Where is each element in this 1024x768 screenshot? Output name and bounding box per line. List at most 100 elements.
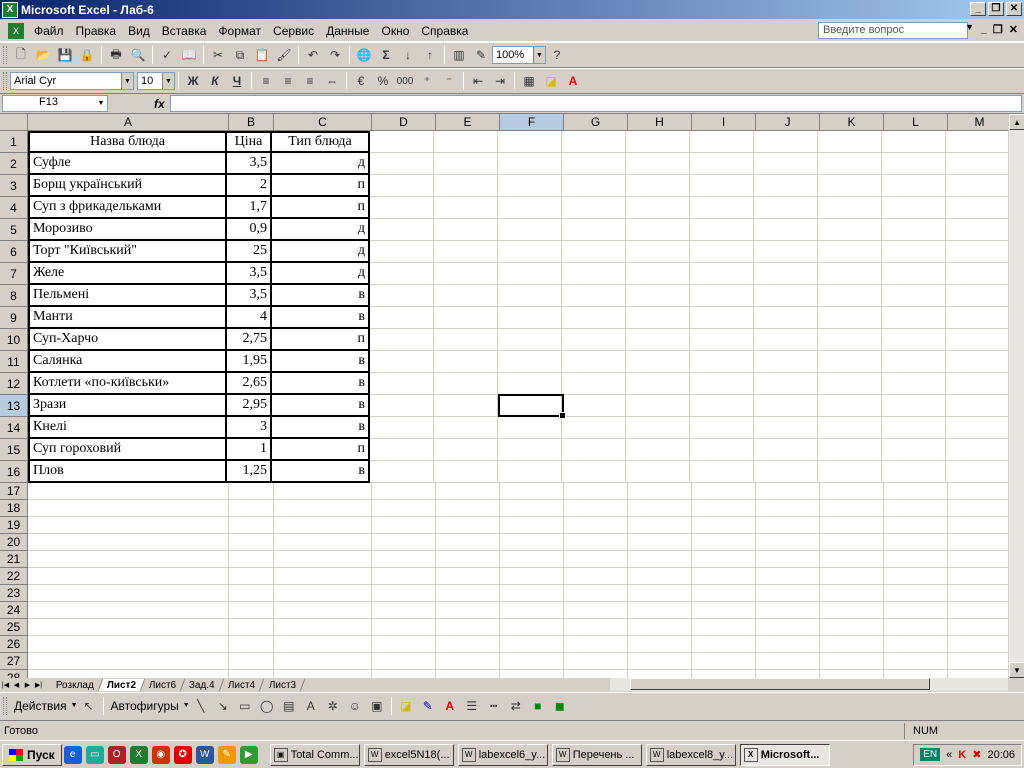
cell-b[interactable]: [229, 551, 274, 568]
cell-m[interactable]: [946, 197, 1010, 219]
cell-m[interactable]: [946, 439, 1010, 461]
cell-g[interactable]: [564, 602, 628, 619]
function-icon[interactable]: fx: [154, 97, 168, 111]
workbook-close-button[interactable]: ✕: [1009, 23, 1018, 36]
cell-b[interactable]: [229, 653, 274, 670]
cell-g[interactable]: [562, 175, 626, 197]
cell-f[interactable]: [498, 373, 562, 395]
cell-g[interactable]: [564, 585, 628, 602]
cell-d[interactable]: [372, 568, 436, 585]
cell-f[interactable]: [500, 500, 564, 517]
cell-b[interactable]: 3,5: [227, 153, 272, 175]
cell-c[interactable]: [274, 568, 372, 585]
cell-k[interactable]: [820, 551, 884, 568]
cell-f[interactable]: [498, 219, 562, 241]
sheet-tab[interactable]: Зад.4: [181, 678, 225, 691]
cell-l[interactable]: [882, 241, 946, 263]
word-icon[interactable]: W: [195, 745, 214, 764]
cell-c[interactable]: д: [272, 219, 370, 241]
row-header[interactable]: 18: [0, 500, 28, 517]
taskbar-button[interactable]: Wlabexcel8_y...: [645, 743, 736, 766]
cell-h[interactable]: [626, 153, 690, 175]
spelling-icon[interactable]: ✓: [156, 45, 178, 66]
cell-j[interactable]: [754, 461, 818, 483]
cell-k[interactable]: [818, 263, 882, 285]
line-color-icon[interactable]: ✎: [417, 695, 439, 716]
cell-i[interactable]: [690, 263, 754, 285]
scroll-up-icon[interactable]: ▲: [1009, 114, 1024, 130]
cell-m[interactable]: [946, 417, 1010, 439]
cell-h[interactable]: [626, 351, 690, 373]
cell-e[interactable]: [436, 636, 500, 653]
cell-l[interactable]: [882, 307, 946, 329]
cell-j[interactable]: [754, 285, 818, 307]
cell-l[interactable]: [884, 551, 948, 568]
cell-f[interactable]: [498, 461, 562, 483]
row-header[interactable]: 26: [0, 636, 28, 653]
menu-data[interactable]: Данные: [320, 24, 375, 38]
cell-b[interactable]: 3,5: [227, 285, 272, 307]
column-header[interactable]: A: [28, 114, 229, 131]
cell-b[interactable]: 25: [227, 241, 272, 263]
cell-c[interactable]: п: [272, 439, 370, 461]
merge-center-icon[interactable]: ⇔: [321, 71, 343, 92]
cell-j[interactable]: [754, 439, 818, 461]
cell-f[interactable]: [498, 153, 562, 175]
toolbar-grip[interactable]: [3, 72, 7, 90]
cell-f[interactable]: [498, 263, 562, 285]
cell-e[interactable]: [436, 534, 500, 551]
menu-insert[interactable]: Вставка: [156, 24, 213, 38]
font-color-icon[interactable]: A: [562, 71, 584, 92]
decrease-decimal-icon[interactable]: ⁻: [438, 71, 460, 92]
cell-c[interactable]: [274, 653, 372, 670]
cell-g[interactable]: [564, 517, 628, 534]
start-button[interactable]: Пуск: [2, 743, 62, 766]
cell-g[interactable]: [562, 285, 626, 307]
cell-m[interactable]: [948, 602, 1012, 619]
menu-tools[interactable]: Сервис: [267, 24, 320, 38]
cell-b[interactable]: [229, 619, 274, 636]
column-header[interactable]: D: [372, 114, 436, 131]
row-header[interactable]: 12: [0, 373, 28, 395]
cell-m[interactable]: [946, 131, 1010, 153]
cell-b[interactable]: Ціна: [227, 131, 272, 153]
cell-c[interactable]: п: [272, 329, 370, 351]
cell-i[interactable]: [690, 307, 754, 329]
row-header[interactable]: 3: [0, 175, 28, 197]
cell-g[interactable]: [562, 373, 626, 395]
cell-e[interactable]: [434, 461, 498, 483]
cell-j[interactable]: [756, 585, 820, 602]
row-header[interactable]: 10: [0, 329, 28, 351]
cell-g[interactable]: [564, 636, 628, 653]
arrow-style-icon[interactable]: ⇄: [505, 695, 527, 716]
cell-c[interactable]: [274, 551, 372, 568]
cell-a[interactable]: Морозиво: [28, 219, 227, 241]
taskbar-button[interactable]: X Microsoft...: [739, 743, 830, 766]
row-header[interactable]: 11: [0, 351, 28, 373]
cell-h[interactable]: [626, 307, 690, 329]
cell-h[interactable]: [626, 175, 690, 197]
cell-e[interactable]: [436, 517, 500, 534]
chart-wizard-icon[interactable]: ▥: [448, 45, 470, 66]
cell-d[interactable]: [372, 585, 436, 602]
sheet-tab[interactable]: Лист4: [220, 678, 265, 691]
cell-k[interactable]: [818, 395, 882, 417]
cell-f[interactable]: [500, 653, 564, 670]
cell-h[interactable]: [628, 670, 692, 678]
cell-b[interactable]: 3: [227, 417, 272, 439]
format-painter-icon[interactable]: 🖌: [273, 45, 295, 66]
cell-c[interactable]: д: [272, 241, 370, 263]
sheet-tab[interactable]: Лист2: [98, 678, 146, 691]
row-header[interactable]: 23: [0, 585, 28, 602]
menu-view[interactable]: Вид: [122, 24, 156, 38]
vertical-scrollbar[interactable]: ▲ ▼: [1008, 114, 1024, 678]
cell-i[interactable]: [690, 219, 754, 241]
cell-d[interactable]: [370, 263, 434, 285]
picture-icon[interactable]: ▣: [366, 695, 388, 716]
cell-b[interactable]: 2,95: [227, 395, 272, 417]
sort-ascending-icon[interactable]: ↓: [397, 45, 419, 66]
sheet-tab[interactable]: Розклад: [47, 678, 104, 691]
cell-f[interactable]: [500, 670, 564, 678]
cell-g[interactable]: [562, 263, 626, 285]
cell-l[interactable]: [884, 670, 948, 678]
